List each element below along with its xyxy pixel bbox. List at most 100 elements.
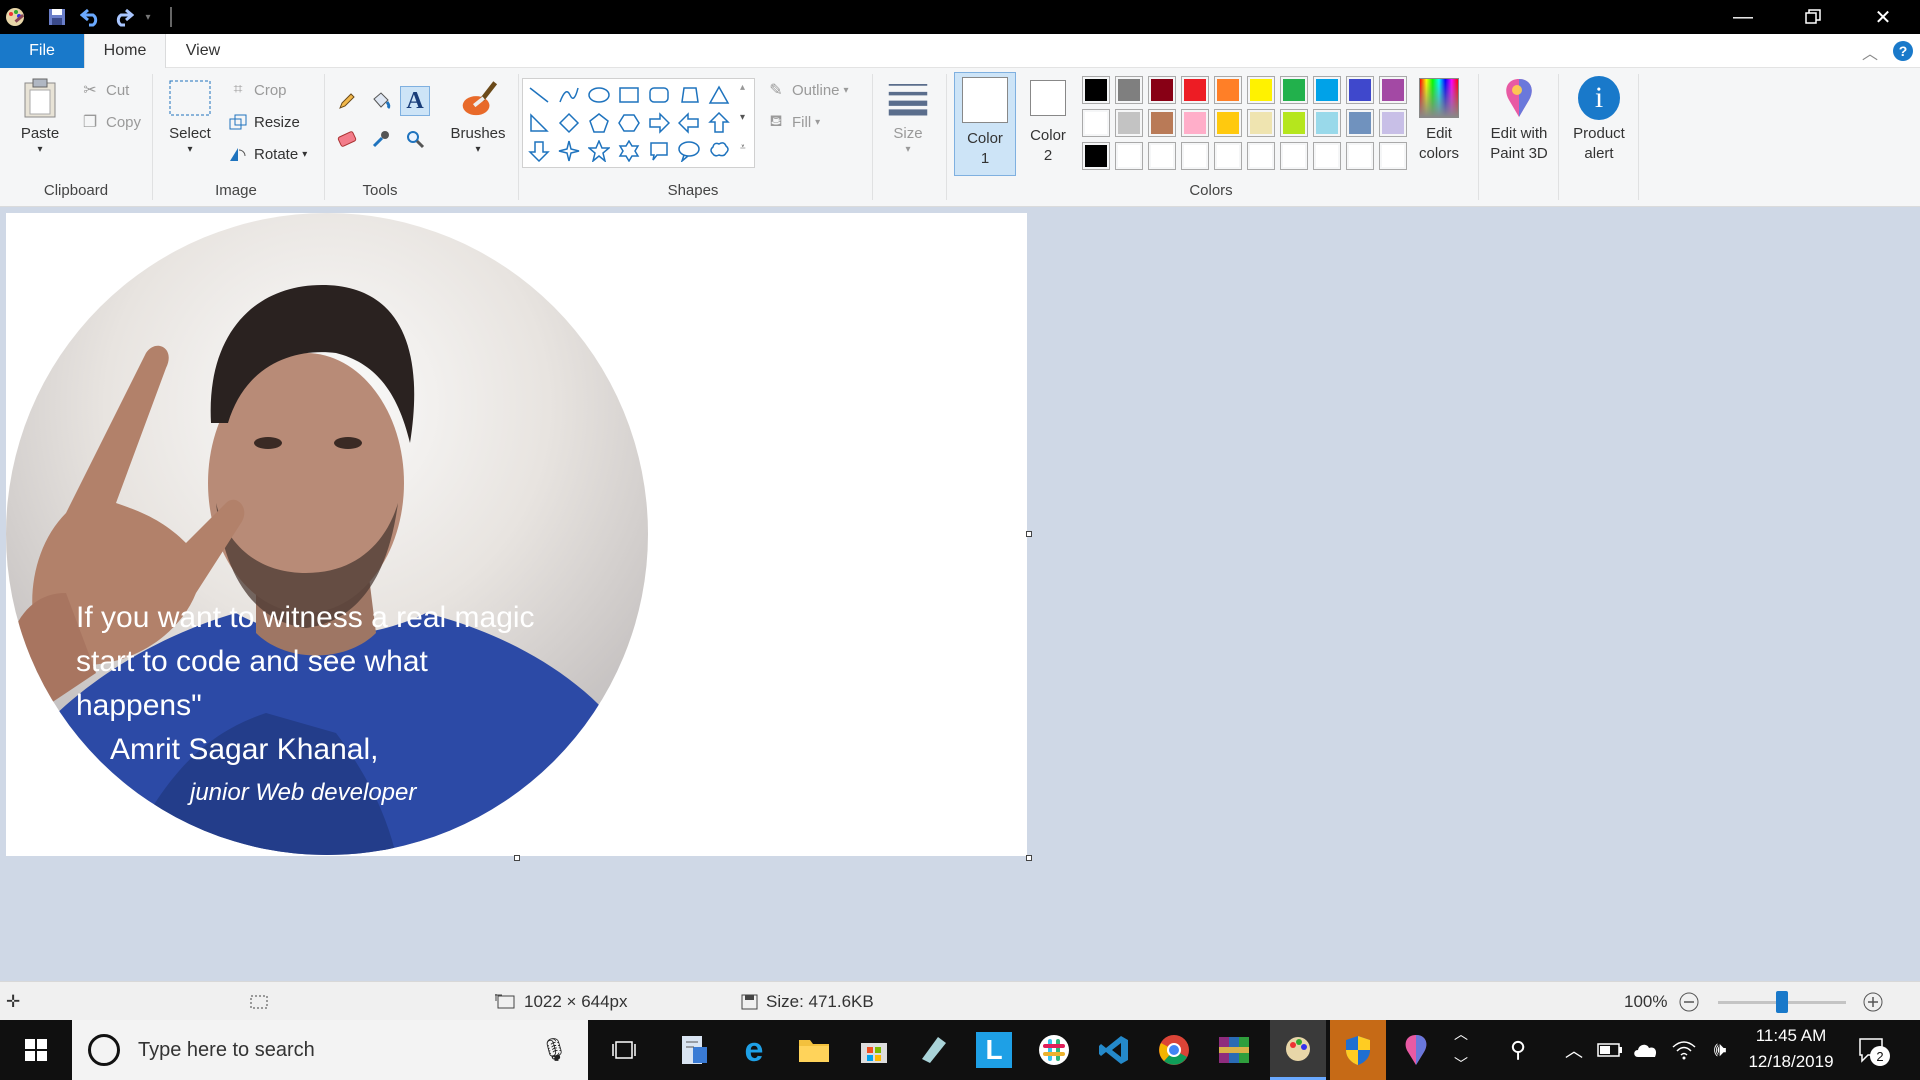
color-swatch[interactable]: [1379, 109, 1407, 137]
rounded-callout-shape-icon[interactable]: [646, 138, 672, 164]
color-1-button[interactable]: Color 1: [954, 72, 1016, 176]
color-swatch[interactable]: [1115, 76, 1143, 104]
help-icon[interactable]: ?: [1893, 41, 1913, 61]
color-swatch[interactable]: [1280, 76, 1308, 104]
windows-start-icon[interactable]: [12, 1026, 60, 1074]
size-button[interactable]: Size ▾: [878, 76, 938, 156]
slack-icon[interactable]: [1030, 1026, 1078, 1074]
up-arrow-shape-icon[interactable]: [706, 110, 732, 136]
oval-callout-shape-icon[interactable]: [676, 138, 702, 164]
color-swatch[interactable]: [1214, 76, 1242, 104]
expand-gallery-icon[interactable]: ⩡: [740, 142, 746, 153]
microphone-icon[interactable]: 🎙: [540, 1037, 568, 1063]
tab-file[interactable]: File: [0, 34, 84, 68]
copy-button[interactable]: ❐ Copy: [78, 110, 141, 134]
pentagon-shape-icon[interactable]: [586, 110, 612, 136]
resize-handle-corner[interactable]: [1026, 855, 1032, 861]
file-explorer-icon[interactable]: [790, 1026, 838, 1074]
paste-button[interactable]: Paste ▾: [14, 76, 66, 156]
taskbar-search-box[interactable]: Type here to search 🎙: [72, 1020, 588, 1080]
color-swatch[interactable]: [1181, 142, 1209, 170]
paint-taskbar-icon[interactable]: [1270, 1020, 1326, 1080]
color-swatch[interactable]: [1379, 142, 1407, 170]
down-arrow-shape-icon[interactable]: [526, 138, 552, 164]
winrar-icon[interactable]: [1210, 1026, 1258, 1074]
left-arrow-shape-icon[interactable]: [676, 110, 702, 136]
color-swatch[interactable]: [1148, 76, 1176, 104]
fill-bucket-icon[interactable]: [368, 88, 394, 114]
color-swatch[interactable]: [1346, 142, 1374, 170]
close-icon[interactable]: ✕: [1848, 0, 1918, 34]
paint3d-taskbar-icon[interactable]: [1392, 1026, 1440, 1074]
color-swatch[interactable]: [1247, 142, 1275, 170]
edit-colors-button[interactable]: Edit colors: [1412, 76, 1466, 164]
edit-with-paint3d-button[interactable]: Edit with Paint 3D: [1484, 76, 1554, 164]
minimize-icon[interactable]: —: [1708, 0, 1778, 34]
color-swatch[interactable]: [1082, 142, 1110, 170]
launcher-l-icon[interactable]: L: [970, 1026, 1018, 1074]
magnifier-icon[interactable]: [402, 126, 428, 152]
color-2-button[interactable]: Color 2: [1020, 76, 1076, 166]
color-swatch[interactable]: [1280, 109, 1308, 137]
resize-handle-right[interactable]: [1026, 531, 1032, 537]
paint-app-icon[interactable]: [2, 4, 28, 30]
scroll-up-icon[interactable]: ︿: [1454, 1024, 1468, 1044]
select-button[interactable]: Select ▾: [164, 76, 216, 156]
color-swatch[interactable]: [1280, 142, 1308, 170]
volume-icon[interactable]: 🕪: [1696, 1026, 1744, 1074]
people-icon[interactable]: ⚲: [1494, 1026, 1542, 1074]
color-swatch[interactable]: [1181, 76, 1209, 104]
notes-app-icon[interactable]: [910, 1026, 958, 1074]
notepad-icon[interactable]: [670, 1026, 718, 1074]
rounded-rectangle-shape-icon[interactable]: [646, 82, 672, 108]
color-swatch[interactable]: [1313, 76, 1341, 104]
security-shield-icon[interactable]: [1330, 1020, 1386, 1080]
customize-toolbar-icon[interactable]: ▾: [140, 4, 156, 30]
color-swatch[interactable]: [1214, 142, 1242, 170]
color-swatch[interactable]: [1115, 142, 1143, 170]
four-point-star-shape-icon[interactable]: [556, 138, 582, 164]
undo-icon[interactable]: [76, 4, 106, 30]
color-swatch[interactable]: [1214, 109, 1242, 137]
color-swatch[interactable]: [1247, 76, 1275, 104]
fill-button[interactable]: ⛾ Fill ▾: [764, 110, 820, 134]
diamond-shape-icon[interactable]: [556, 110, 582, 136]
task-view-icon[interactable]: [600, 1026, 648, 1074]
brushes-button[interactable]: Brushes ▾: [446, 76, 510, 156]
drawing-canvas[interactable]: If you want to witness a real magic star…: [6, 213, 1027, 856]
scroll-up-icon[interactable]: ▴: [740, 82, 745, 93]
save-icon[interactable]: [44, 4, 70, 30]
right-triangle-shape-icon[interactable]: [526, 110, 552, 136]
color-swatch[interactable]: [1181, 109, 1209, 137]
chrome-icon[interactable]: [1150, 1026, 1198, 1074]
color-swatch[interactable]: [1082, 109, 1110, 137]
color-swatch[interactable]: [1346, 109, 1374, 137]
hexagon-shape-icon[interactable]: [616, 110, 642, 136]
zoom-slider-thumb[interactable]: [1776, 991, 1788, 1013]
canvas-area[interactable]: If you want to witness a real magic star…: [0, 207, 1920, 981]
action-center-icon[interactable]: 2: [1848, 1026, 1896, 1074]
color-swatch[interactable]: [1148, 109, 1176, 137]
right-arrow-shape-icon[interactable]: [646, 110, 672, 136]
scroll-down-icon[interactable]: ﹀: [1454, 1054, 1468, 1074]
zoom-in-icon[interactable]: [1862, 982, 1884, 1021]
tab-home[interactable]: Home: [84, 34, 166, 68]
zoom-out-icon[interactable]: [1678, 982, 1700, 1021]
six-point-star-shape-icon[interactable]: [616, 138, 642, 164]
color-swatch[interactable]: [1313, 109, 1341, 137]
cut-button[interactable]: ✂ Cut: [78, 78, 129, 102]
color-swatch[interactable]: [1115, 109, 1143, 137]
oval-shape-icon[interactable]: [586, 82, 612, 108]
color-swatch[interactable]: [1379, 76, 1407, 104]
edge-browser-icon[interactable]: e: [730, 1026, 778, 1074]
color-swatch[interactable]: [1082, 76, 1110, 104]
triangle-shape-icon[interactable]: [706, 82, 732, 108]
color-swatch[interactable]: [1346, 76, 1374, 104]
restore-icon[interactable]: [1778, 0, 1848, 34]
collapse-ribbon-icon[interactable]: ︿: [1862, 40, 1878, 64]
rotate-button[interactable]: Rotate ▾: [226, 142, 307, 166]
product-alert-button[interactable]: i Product alert: [1564, 76, 1634, 164]
eraser-icon[interactable]: [334, 126, 360, 152]
crop-button[interactable]: ⌗ Crop: [226, 78, 286, 102]
cloud-callout-shape-icon[interactable]: [706, 138, 732, 164]
